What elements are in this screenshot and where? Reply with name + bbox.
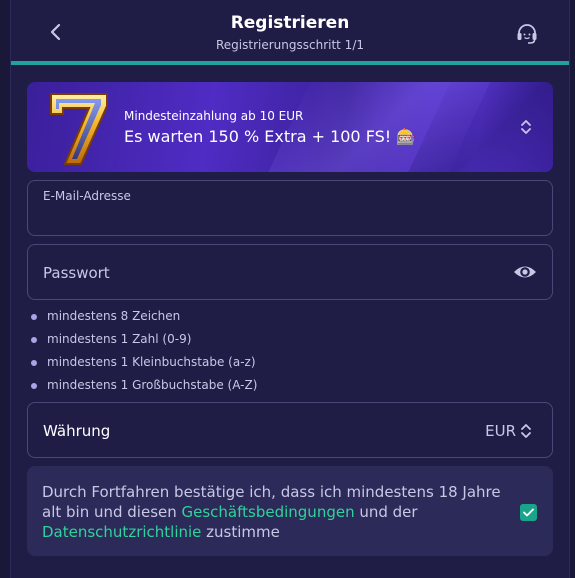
bullet-icon [31,336,37,343]
banner-min-deposit: Mindesteinzahlung ab 10 EUR [124,109,304,123]
password-rule: mindestens 8 Zeichen [31,308,257,331]
eye-icon[interactable] [513,262,537,282]
currency-value: EUR [485,422,516,440]
terms-link[interactable]: Geschäftsbedingungen [182,503,355,521]
bullet-icon [31,359,37,366]
password-input[interactable] [43,261,483,285]
bullet-icon [31,313,37,320]
registration-panel: Registrieren Registrierungsschritt 1/1 M… [10,0,570,578]
bullet-icon [31,382,37,389]
privacy-link[interactable]: Datenschutzrichtlinie [42,523,201,541]
bonus-banner[interactable]: Mindesteinzahlung ab 10 EUR Es warten 15… [27,82,553,172]
consent-text: Durch Fortfahren bestätige ich, dass ich… [42,483,501,541]
lucky-seven-icon [50,93,108,165]
email-label: E-Mail-Adresse [43,189,131,203]
consent-box: Durch Fortfahren bestätige ich, dass ich… [27,466,553,556]
currency-select[interactable]: Währung EUR [27,402,553,458]
checkmark-icon [523,508,534,517]
page-subtitle: Registrierungsschritt 1/1 [215,38,364,52]
chevron-up-down-icon [521,424,531,438]
support-button[interactable] [513,20,541,48]
password-field[interactable] [27,244,553,300]
progress-bar [11,61,569,65]
password-rule: mindestens 1 Zahl (0-9) [31,331,257,354]
consent-checkbox[interactable] [520,504,537,521]
header: Registrieren Registrierungsschritt 1/1 [11,0,569,65]
password-rule: mindestens 1 Großbuchstabe (A-Z) [31,377,257,400]
email-input[interactable] [43,207,533,229]
page-title: Registrieren [230,13,350,33]
headset-icon [517,24,537,44]
banner-offer: Es warten 150 % Extra + 100 FS! 🎰 [124,127,417,146]
chevron-up-down-icon [521,120,531,134]
password-rules: mindestens 8 Zeichen mindestens 1 Zahl (… [31,308,257,400]
password-rule: mindestens 1 Kleinbuchstabe (a-z) [31,354,257,377]
email-field[interactable]: E-Mail-Adresse [27,180,553,236]
currency-label: Währung [43,422,111,440]
